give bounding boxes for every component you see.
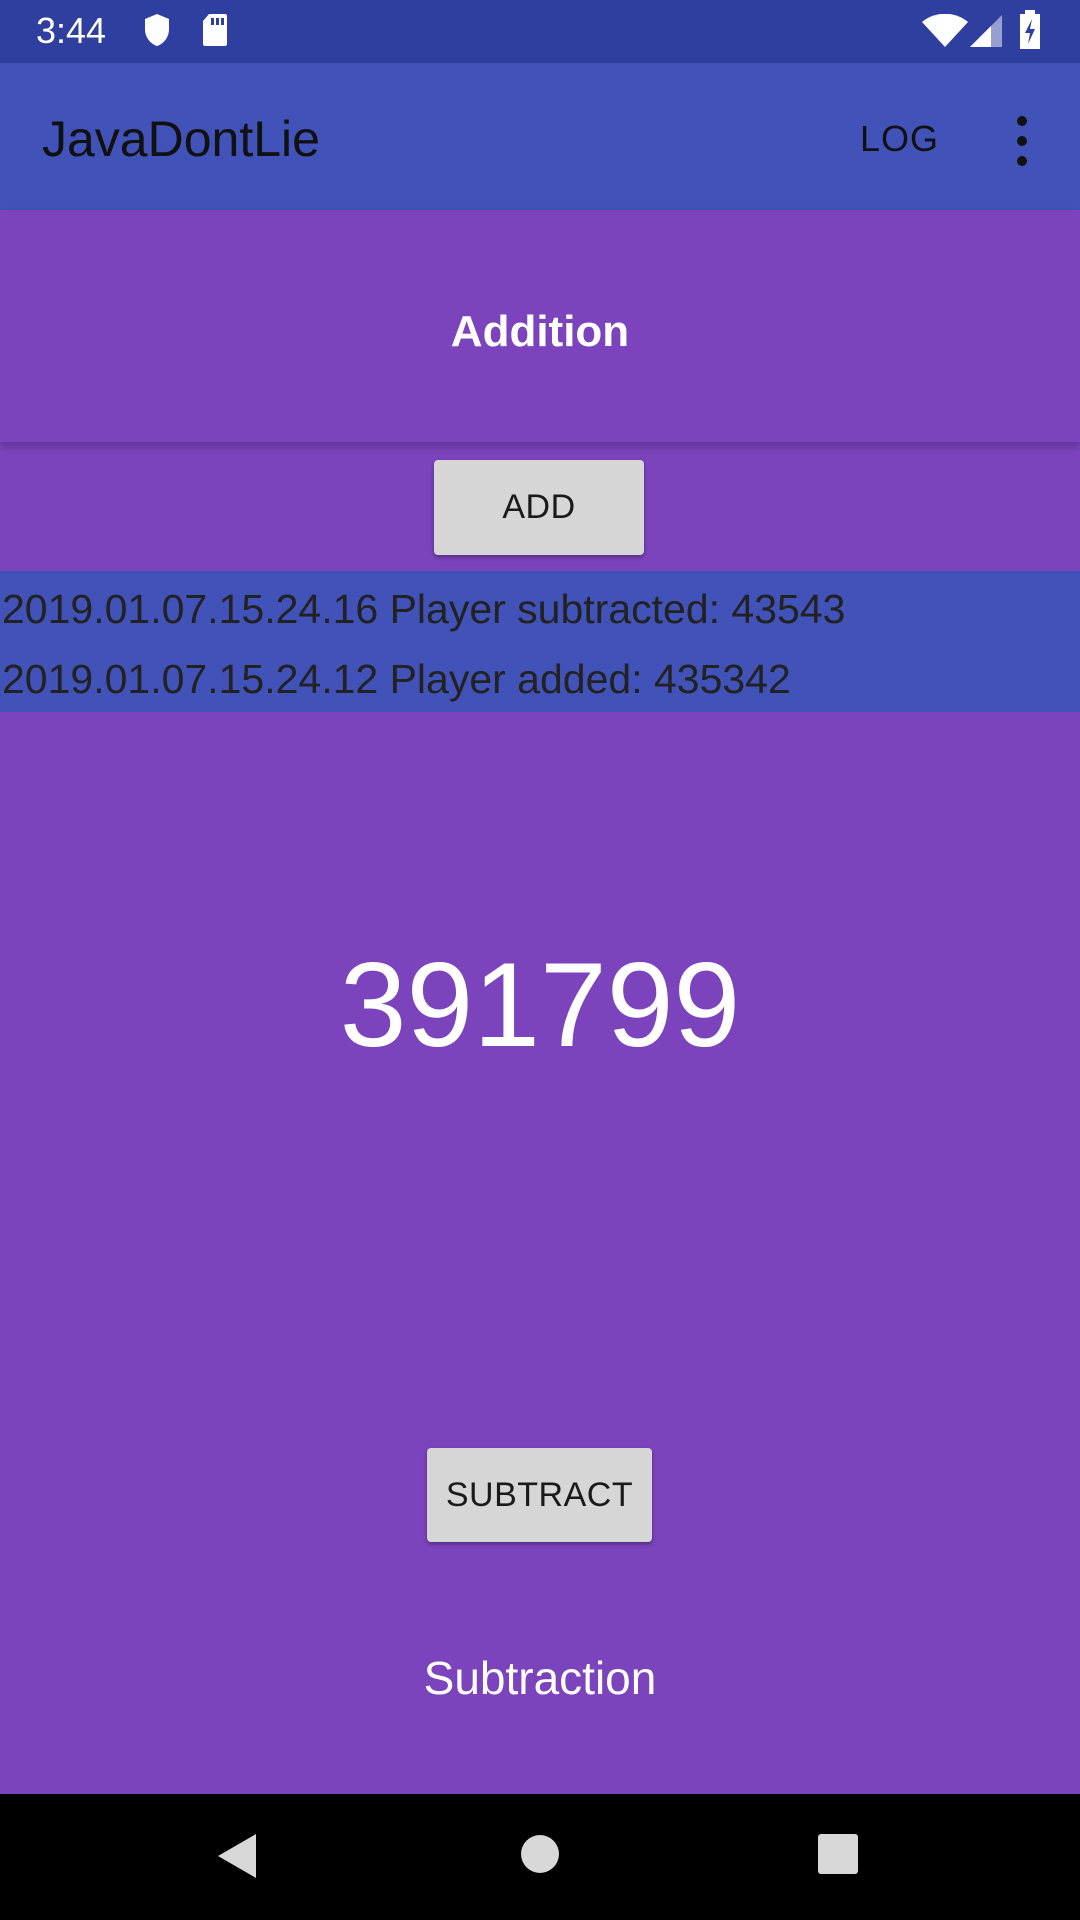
back-icon[interactable] bbox=[216, 1832, 260, 1885]
battery-charging-icon bbox=[1019, 10, 1041, 55]
log-entry: 2019.01.07.15.24.16 Player subtracted: 4… bbox=[2, 586, 846, 632]
wifi-icon bbox=[922, 13, 968, 53]
log-entry: 2019.01.07.15.24.12 Player added: 435342 bbox=[2, 656, 791, 702]
addition-title: Addition bbox=[450, 307, 630, 356]
sd-card-icon bbox=[201, 12, 229, 53]
log-button[interactable]: LOG bbox=[860, 114, 939, 164]
subtraction-title: Subtraction bbox=[423, 1652, 657, 1704]
log-panel: 2019.01.07.15.24.16 Player subtracted: 4… bbox=[0, 571, 1080, 712]
recents-icon[interactable] bbox=[818, 1834, 858, 1879]
home-icon[interactable] bbox=[520, 1834, 560, 1879]
addition-header: Addition bbox=[0, 210, 1080, 442]
add-button[interactable]: ADD bbox=[434, 460, 644, 555]
more-vert-icon[interactable] bbox=[1002, 113, 1042, 169]
app-title: JavaDontLie bbox=[42, 111, 320, 167]
status-bar: 3:44 bbox=[0, 0, 1080, 63]
status-time: 3:44 bbox=[36, 10, 107, 51]
subtract-button[interactable]: SUBTRACT bbox=[427, 1448, 652, 1542]
cell-signal-icon bbox=[969, 14, 1003, 53]
shield-icon bbox=[143, 12, 171, 53]
counter-value: 391799 bbox=[339, 938, 741, 1072]
navigation-bar bbox=[0, 1794, 1080, 1920]
app-bar: JavaDontLie LOG bbox=[0, 63, 1080, 210]
